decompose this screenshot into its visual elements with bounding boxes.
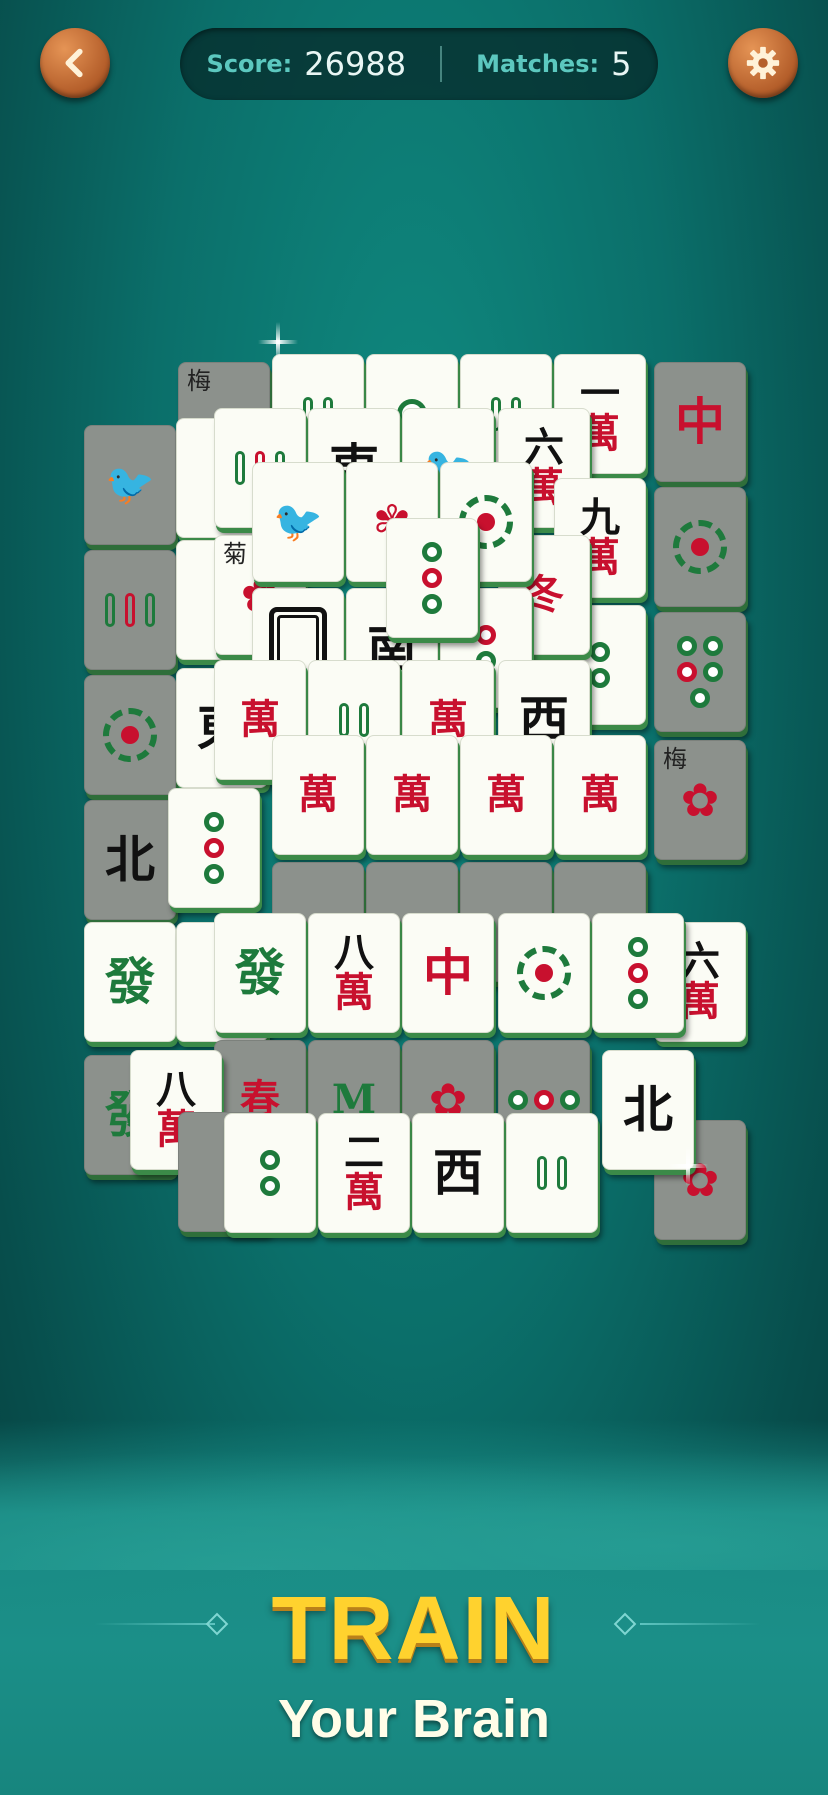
tile-wan: 萬	[272, 735, 364, 855]
tile-red-dragon: 中	[654, 362, 746, 482]
mahjong-board: 🐦 北 發 中 梅✿ ✿ 梅 一萬 東 🐦 六萬 九萬 菊✿ 冬 東 🐦 ✾ 南…	[0, 0, 828, 1300]
tile-bamboo-two[interactable]	[506, 1113, 598, 1233]
tile-circle-two	[224, 1113, 316, 1233]
tile-circle-three	[592, 913, 684, 1033]
tile-green-dragon[interactable]: 發	[214, 913, 306, 1033]
tile-north: 北	[84, 800, 176, 920]
tile-bird: 🐦	[84, 425, 176, 545]
tile-wan: 萬	[554, 735, 646, 855]
promo-subtitle: Your Brain	[277, 1689, 551, 1749]
tile-circle-three-left[interactable]	[168, 788, 260, 908]
tile-two-wan: 二萬	[318, 1113, 410, 1233]
tile-bird[interactable]: 🐦	[252, 462, 344, 582]
tile-wan: 萬	[366, 735, 458, 855]
tile-circle-one	[84, 675, 176, 795]
tile-green-dragon[interactable]: 發	[84, 922, 176, 1042]
sparkle-effect	[668, 1146, 708, 1186]
tile-red-dragon: 中	[402, 913, 494, 1033]
sparkle-effect	[258, 322, 298, 362]
tile-bamboo	[84, 550, 176, 670]
tile-circle-one	[654, 487, 746, 607]
tile-circle-five	[654, 612, 746, 732]
tile-west: 西	[412, 1113, 504, 1233]
tile-circle-one	[498, 913, 590, 1033]
tile-circle-three-top[interactable]	[386, 518, 478, 638]
promo-title: TRAIN	[271, 1579, 557, 1679]
mist-edge	[0, 1450, 828, 1570]
tile-wan: 萬	[460, 735, 552, 855]
tile-plum: 梅 ✿	[654, 740, 746, 860]
tile-eight-wan: 八萬	[308, 913, 400, 1033]
